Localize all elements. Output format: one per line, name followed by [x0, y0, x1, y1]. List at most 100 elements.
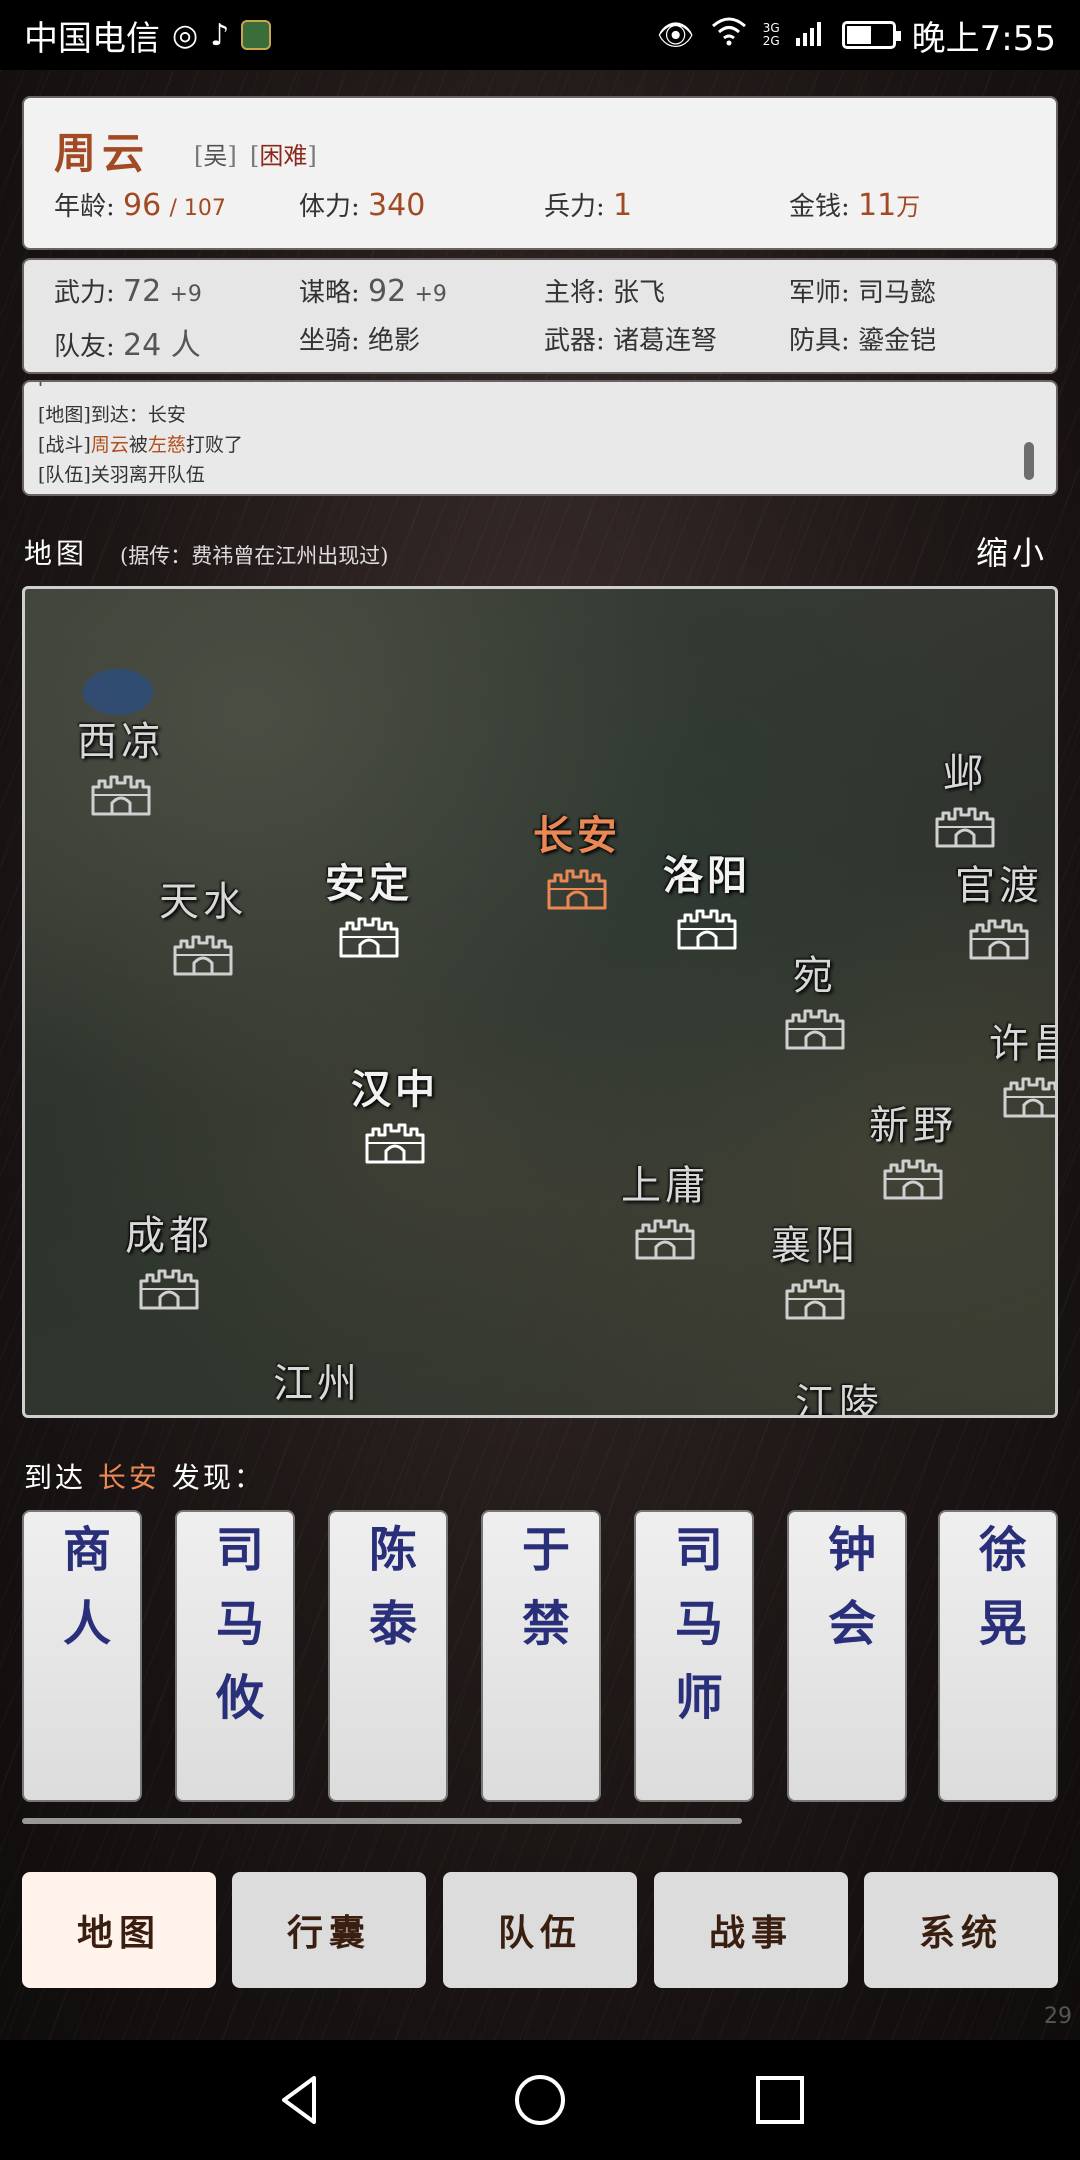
castle-icon	[771, 1277, 859, 1325]
castle-icon	[955, 917, 1043, 965]
weibo-icon: ◎	[172, 17, 199, 53]
city-shangyong[interactable]: 上庸	[621, 1153, 709, 1265]
city-luoyang[interactable]: 洛阳	[663, 843, 751, 955]
log-tag: [地图]	[38, 404, 91, 426]
found-place: 长安	[97, 1461, 160, 1494]
signal-icon	[795, 15, 826, 55]
npc-card[interactable]: 司马师	[634, 1510, 754, 1802]
city-chengdu[interactable]: 成都	[125, 1203, 213, 1315]
log-scrollbar[interactable]	[1024, 442, 1034, 480]
general-value: 张飞	[613, 278, 666, 308]
castle-icon	[934, 805, 996, 853]
money-value: 11	[858, 188, 897, 223]
city-name: 西凉	[77, 719, 165, 765]
castle-icon	[159, 933, 247, 981]
stamina-label: 体力	[299, 192, 352, 222]
city-guandu[interactable]: 官渡	[955, 853, 1043, 965]
npc-name: 司马攸	[207, 1524, 263, 1746]
npc-card[interactable]: 商人	[22, 1510, 142, 1802]
tab-war[interactable]: 战事	[654, 1872, 848, 1988]
app-notification-icon	[241, 20, 272, 50]
teammates-value: 24 人	[123, 328, 201, 363]
log-actor: 周云	[90, 434, 129, 456]
clock: 晚上7:55	[911, 18, 1056, 59]
world-map[interactable]: 西凉 天水 安定 长安 洛阳 邺 官渡 宛 许昌 汉中 新野 上庸	[22, 586, 1058, 1418]
network-type-label: 3G 2G	[763, 22, 780, 48]
city-jiangling[interactable]: 江陵	[795, 1371, 883, 1415]
might-label: 武力	[54, 278, 107, 308]
tab-team[interactable]: 队伍	[443, 1872, 637, 1988]
city-changan[interactable]: 长安	[533, 803, 621, 915]
attributes-row-2: 队友: 24 人 坐骑: 绝影 武器: 诸葛连弩 防具: 鎏金铠	[54, 320, 1036, 364]
event-log[interactable]: [​ [地图]到达：长安 [战斗]周云被左慈打败了 [队伍]关羽离开队伍	[22, 380, 1058, 496]
city-xinye[interactable]: 新野	[869, 1093, 957, 1205]
kingdom-label: 吴	[203, 142, 228, 170]
strategy-bonus: +9	[414, 282, 447, 307]
home-icon[interactable]	[510, 2070, 570, 2130]
navigation-bar	[0, 2040, 1080, 2160]
npc-card[interactable]: 陈泰	[328, 1510, 448, 1802]
armor-stat: 防具: 鎏金铠	[789, 326, 937, 356]
strategy-label: 谋略	[299, 278, 352, 308]
city-name: 江州	[273, 1361, 361, 1407]
npc-scrollbar[interactable]	[22, 1818, 742, 1824]
npc-name: 于禁	[513, 1524, 569, 1672]
log-line: [队伍]关羽离开队伍	[38, 460, 243, 490]
back-icon[interactable]	[270, 2070, 330, 2130]
wifi-icon	[711, 16, 747, 54]
npc-name: 钟会	[819, 1524, 875, 1672]
tab-system[interactable]: 系统	[864, 1872, 1058, 1988]
city-name: 洛阳	[663, 852, 751, 899]
city-name: 宛	[793, 953, 837, 999]
recents-icon[interactable]	[750, 2070, 810, 2130]
city-anding[interactable]: 安定	[325, 851, 413, 963]
city-hanzhong[interactable]: 汉中	[351, 1057, 439, 1169]
npc-card[interactable]: 于禁	[481, 1510, 601, 1802]
npc-list: 商人 司马攸 陈泰 于禁 司马师 钟会 徐晃	[22, 1510, 1058, 1802]
city-jiangzhou[interactable]: 江州	[273, 1351, 361, 1418]
city-tianshui[interactable]: 天水	[159, 869, 247, 981]
attributes-panel: 武力: 72 +9 谋略: 92 +9 主将: 张飞 军师: 司马懿 队友: 2…	[22, 258, 1058, 374]
advisor-value: 司马懿	[858, 278, 937, 308]
castle-icon	[869, 1157, 957, 1205]
city-wan[interactable]: 宛	[784, 943, 846, 1055]
general-label: 主将	[544, 278, 597, 308]
npc-card[interactable]: 司马攸	[175, 1510, 295, 1802]
castle-icon	[77, 773, 165, 821]
teammates-label: 队友	[54, 332, 107, 362]
age-max: / 107	[169, 196, 226, 221]
castle-icon	[351, 1121, 439, 1169]
tab-map[interactable]: 地图	[22, 1872, 216, 1988]
city-name: 襄阳	[771, 1223, 859, 1269]
stamina-value: 340	[368, 188, 426, 223]
advisor-label: 军师	[789, 278, 842, 308]
attributes-row-1: 武力: 72 +9 谋略: 92 +9 主将: 张飞 军师: 司马懿	[54, 272, 1036, 309]
weapon-label: 武器	[544, 326, 597, 356]
armor-label: 防具	[789, 326, 842, 356]
hero-panel: 周云 [吴] [困难] 年龄: 96 / 107 体力: 340 兵力: 1 金…	[22, 96, 1058, 250]
city-name: 官渡	[955, 863, 1043, 909]
battery-level	[846, 26, 871, 44]
zoom-out-button[interactable]: 缩小	[976, 528, 1048, 574]
stamina-stat: 体力: 340	[299, 188, 426, 223]
npc-card[interactable]: 徐晃	[938, 1510, 1058, 1802]
city-ye[interactable]: 邺	[934, 741, 996, 853]
kingdom-tag: [吴]	[194, 142, 237, 170]
log-line: [战斗]周云被左慈打败了	[38, 430, 243, 460]
money-unit: 万	[896, 193, 921, 221]
npc-card[interactable]: 钟会	[787, 1510, 907, 1802]
castle-icon	[784, 1007, 846, 1055]
city-xiliang[interactable]: 西凉	[77, 709, 165, 821]
mount-stat: 坐骑: 绝影	[299, 326, 421, 356]
castle-icon	[663, 907, 751, 955]
city-xuchang[interactable]: 许昌	[989, 1011, 1055, 1123]
log-tag: [战斗]	[38, 434, 91, 456]
city-name: 天水	[159, 879, 247, 925]
castle-icon	[273, 1415, 361, 1418]
tab-bag[interactable]: 行囊	[232, 1872, 426, 1988]
tiktok-icon: ♪	[210, 17, 230, 53]
city-xiangyang[interactable]: 襄阳	[771, 1213, 859, 1325]
status-bar: 中国电信 ◎ ♪ 👁 3G 2G 晚上7:55	[0, 0, 1080, 70]
log-text: 打败了	[185, 434, 243, 456]
log-line: [地图]到达：长安	[38, 400, 243, 430]
